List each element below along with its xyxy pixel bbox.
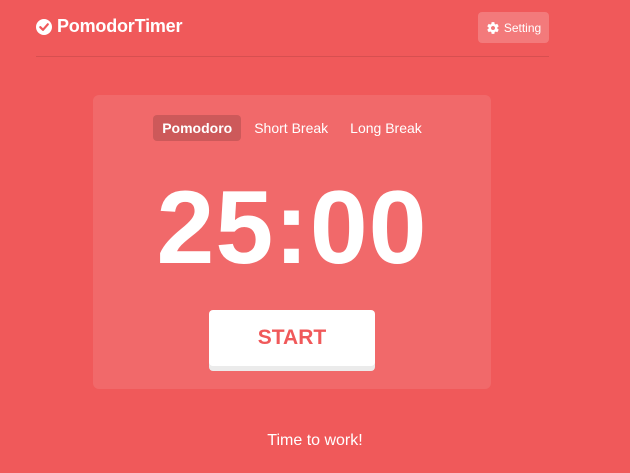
tab-pomodoro[interactable]: Pomodoro [153, 115, 242, 141]
check-circle-icon [36, 18, 52, 35]
header: PomodorTimer Setting [36, 12, 549, 44]
brand[interactable]: PomodorTimer [36, 16, 182, 37]
pomodoro-page: PomodorTimer Setting Pomodoro Short Brea… [0, 0, 630, 473]
tab-long-break[interactable]: Long Break [341, 115, 431, 141]
status-message: Time to work! [267, 432, 363, 449]
timer-display: 25:00 [156, 170, 428, 286]
gear-icon [487, 21, 499, 34]
app-name: PomodorTimer [57, 16, 183, 36]
settings-button[interactable]: Setting [478, 12, 549, 43]
header-divider [36, 56, 549, 57]
start-button[interactable]: START [209, 310, 375, 366]
settings-label: Setting [503, 20, 542, 35]
tab-short-break[interactable]: Short Break [245, 115, 337, 141]
mode-tabs: Pomodoro Short Break Long Break [93, 115, 491, 141]
